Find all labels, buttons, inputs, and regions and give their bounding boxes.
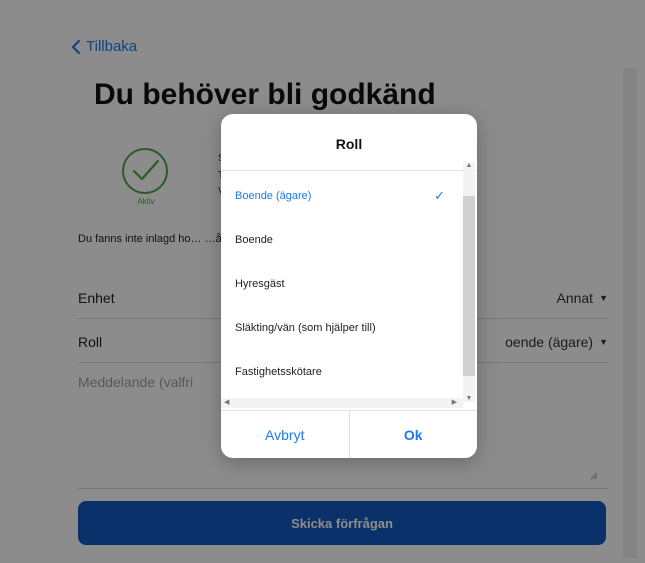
role-option-label: Boende (235, 234, 273, 246)
role-option[interactable]: Boende (ägare) ✓ (221, 174, 463, 218)
role-option[interactable]: Boende (221, 218, 463, 262)
role-option-label: Hyresgäst (235, 278, 285, 290)
ok-label: Ok (403, 427, 423, 443)
role-option[interactable]: Släkting/vän (som hjälper till) (221, 306, 463, 350)
checkmark-icon: ✓ (434, 188, 445, 203)
list-vertical-scrollbar[interactable]: ▲ ▼ (463, 162, 475, 402)
dialog-title: Roll (335, 136, 363, 152)
role-option-label: Fastighetsskötare (235, 366, 322, 378)
divider (221, 170, 477, 171)
scrollbar-thumb[interactable] (463, 196, 475, 376)
scroll-left-arrow-icon[interactable]: ◀ (224, 398, 229, 406)
scroll-right-arrow-icon[interactable]: ▶ (452, 398, 457, 406)
scroll-down-arrow-icon[interactable]: ▼ (463, 395, 475, 402)
role-option[interactable]: Hyresgäst (221, 262, 463, 306)
role-option[interactable]: Fastighetsskötare (221, 350, 463, 394)
cancel-label: Avbryt (265, 427, 305, 443)
role-option-label: Släkting/vän (som hjälper till) (235, 322, 376, 334)
cancel-button[interactable]: Avbryt (221, 411, 349, 458)
dialog-button-bar: Avbryt Ok (221, 410, 477, 458)
list-horizontal-scrollbar[interactable]: ◀ ▶ (221, 398, 463, 408)
scroll-up-arrow-icon[interactable]: ▲ (463, 162, 475, 169)
role-option-label: Boende (ägare) (235, 190, 312, 202)
role-picker-dialog: Roll Boende (ägare) ✓ Boende Hyresgäst S… (221, 114, 477, 458)
ok-button[interactable]: Ok (348, 411, 478, 458)
role-options-list: Boende (ägare) ✓ Boende Hyresgäst Släkti… (221, 174, 463, 400)
